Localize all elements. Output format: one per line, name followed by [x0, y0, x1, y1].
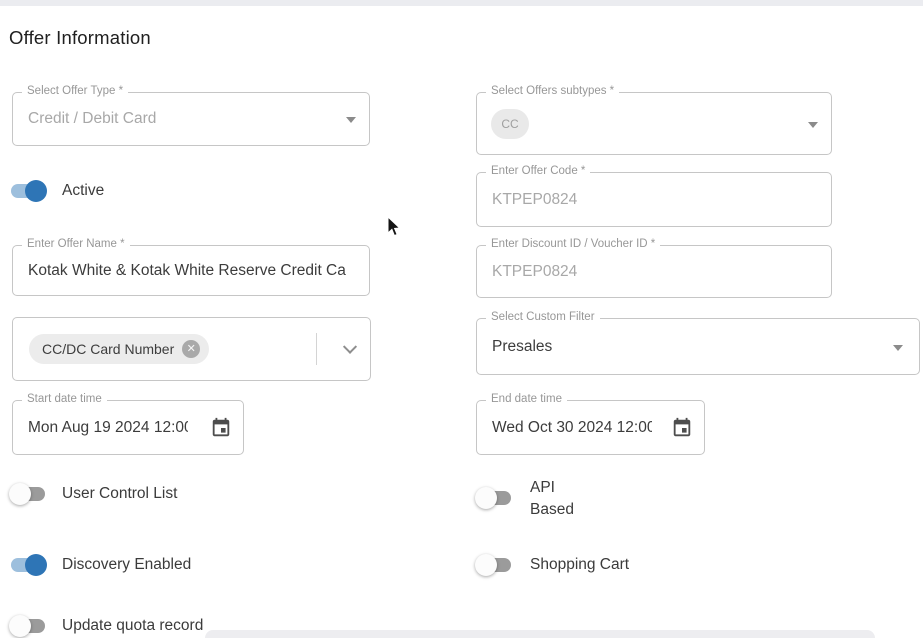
custom-filter-label: Select Custom Filter	[486, 311, 600, 323]
end-date-value: Wed Oct 30 2024 12:00	[492, 419, 652, 437]
end-date-label: End date time	[486, 393, 567, 405]
top-divider-strip	[0, 0, 923, 6]
shopping-cart-label: Shopping Cart	[530, 556, 629, 574]
payment-filter-chip: CC/DC Card Number ✕	[29, 334, 209, 364]
discount-voucher-id-value: KTPEP0824	[492, 263, 577, 281]
offer-information-form: Offer Information Select Offer Type * Cr…	[0, 0, 923, 638]
start-date-value: Mon Aug 19 2024 12:00	[28, 419, 188, 437]
active-toggle-label: Active	[62, 182, 104, 200]
calendar-icon[interactable]	[671, 417, 693, 439]
offer-subtypes-label: Select Offers subtypes *	[486, 85, 619, 97]
shopping-cart-toggle[interactable]	[474, 553, 514, 577]
custom-filter-value: Presales	[492, 338, 552, 356]
discount-voucher-id-input[interactable]: Enter Discount ID / Voucher ID * KTPEP08…	[476, 245, 832, 298]
offer-type-value: Credit / Debit Card	[28, 110, 156, 128]
offer-subtypes-select[interactable]: Select Offers subtypes * CC	[476, 92, 832, 155]
api-based-label: API Based	[530, 477, 588, 522]
field-divider	[316, 333, 317, 365]
calendar-icon[interactable]	[210, 417, 232, 439]
update-quota-record-label: Update quota record	[62, 617, 203, 635]
offer-code-label: Enter Offer Code *	[486, 165, 590, 177]
offer-type-select[interactable]: Select Offer Type * Credit / Debit Card	[12, 92, 370, 146]
user-control-list-toggle[interactable]	[8, 482, 48, 506]
offer-subtype-chip: CC	[491, 109, 529, 139]
caret-down-icon	[893, 345, 903, 351]
caret-down-icon	[346, 117, 356, 123]
offer-code-value: KTPEP0824	[492, 191, 577, 209]
next-section-edge	[205, 630, 875, 638]
chevron-down-icon[interactable]	[343, 340, 357, 354]
mouse-cursor	[386, 216, 402, 240]
active-toggle[interactable]	[8, 179, 48, 203]
offer-name-input[interactable]: Enter Offer Name * Kotak White & Kotak W…	[12, 245, 370, 296]
api-based-toggle[interactable]	[474, 486, 514, 510]
discovery-enabled-toggle[interactable]	[8, 553, 48, 577]
start-date-input[interactable]: Start date time Mon Aug 19 2024 12:00	[12, 400, 244, 455]
caret-down-icon	[808, 122, 818, 128]
offer-type-label: Select Offer Type *	[22, 85, 128, 97]
custom-filter-select[interactable]: Select Custom Filter Presales	[476, 318, 920, 375]
close-icon[interactable]: ✕	[182, 340, 200, 358]
start-date-label: Start date time	[22, 393, 107, 405]
offer-name-value: Kotak White & Kotak White Reserve Credit…	[28, 262, 365, 280]
user-control-list-label: User Control List	[62, 485, 177, 503]
offer-code-input[interactable]: Enter Offer Code * KTPEP0824	[476, 172, 832, 227]
offer-name-label: Enter Offer Name *	[22, 238, 130, 250]
update-quota-record-toggle[interactable]	[8, 614, 48, 638]
payment-filter-chip-label: CC/DC Card Number	[42, 341, 174, 357]
page-title: Offer Information	[9, 27, 151, 49]
discovery-enabled-label: Discovery Enabled	[62, 556, 191, 574]
payment-filter-multiselect[interactable]: CC/DC Card Number ✕	[12, 317, 371, 381]
discount-voucher-id-label: Enter Discount ID / Voucher ID *	[486, 238, 660, 250]
end-date-input[interactable]: End date time Wed Oct 30 2024 12:00	[476, 400, 705, 455]
